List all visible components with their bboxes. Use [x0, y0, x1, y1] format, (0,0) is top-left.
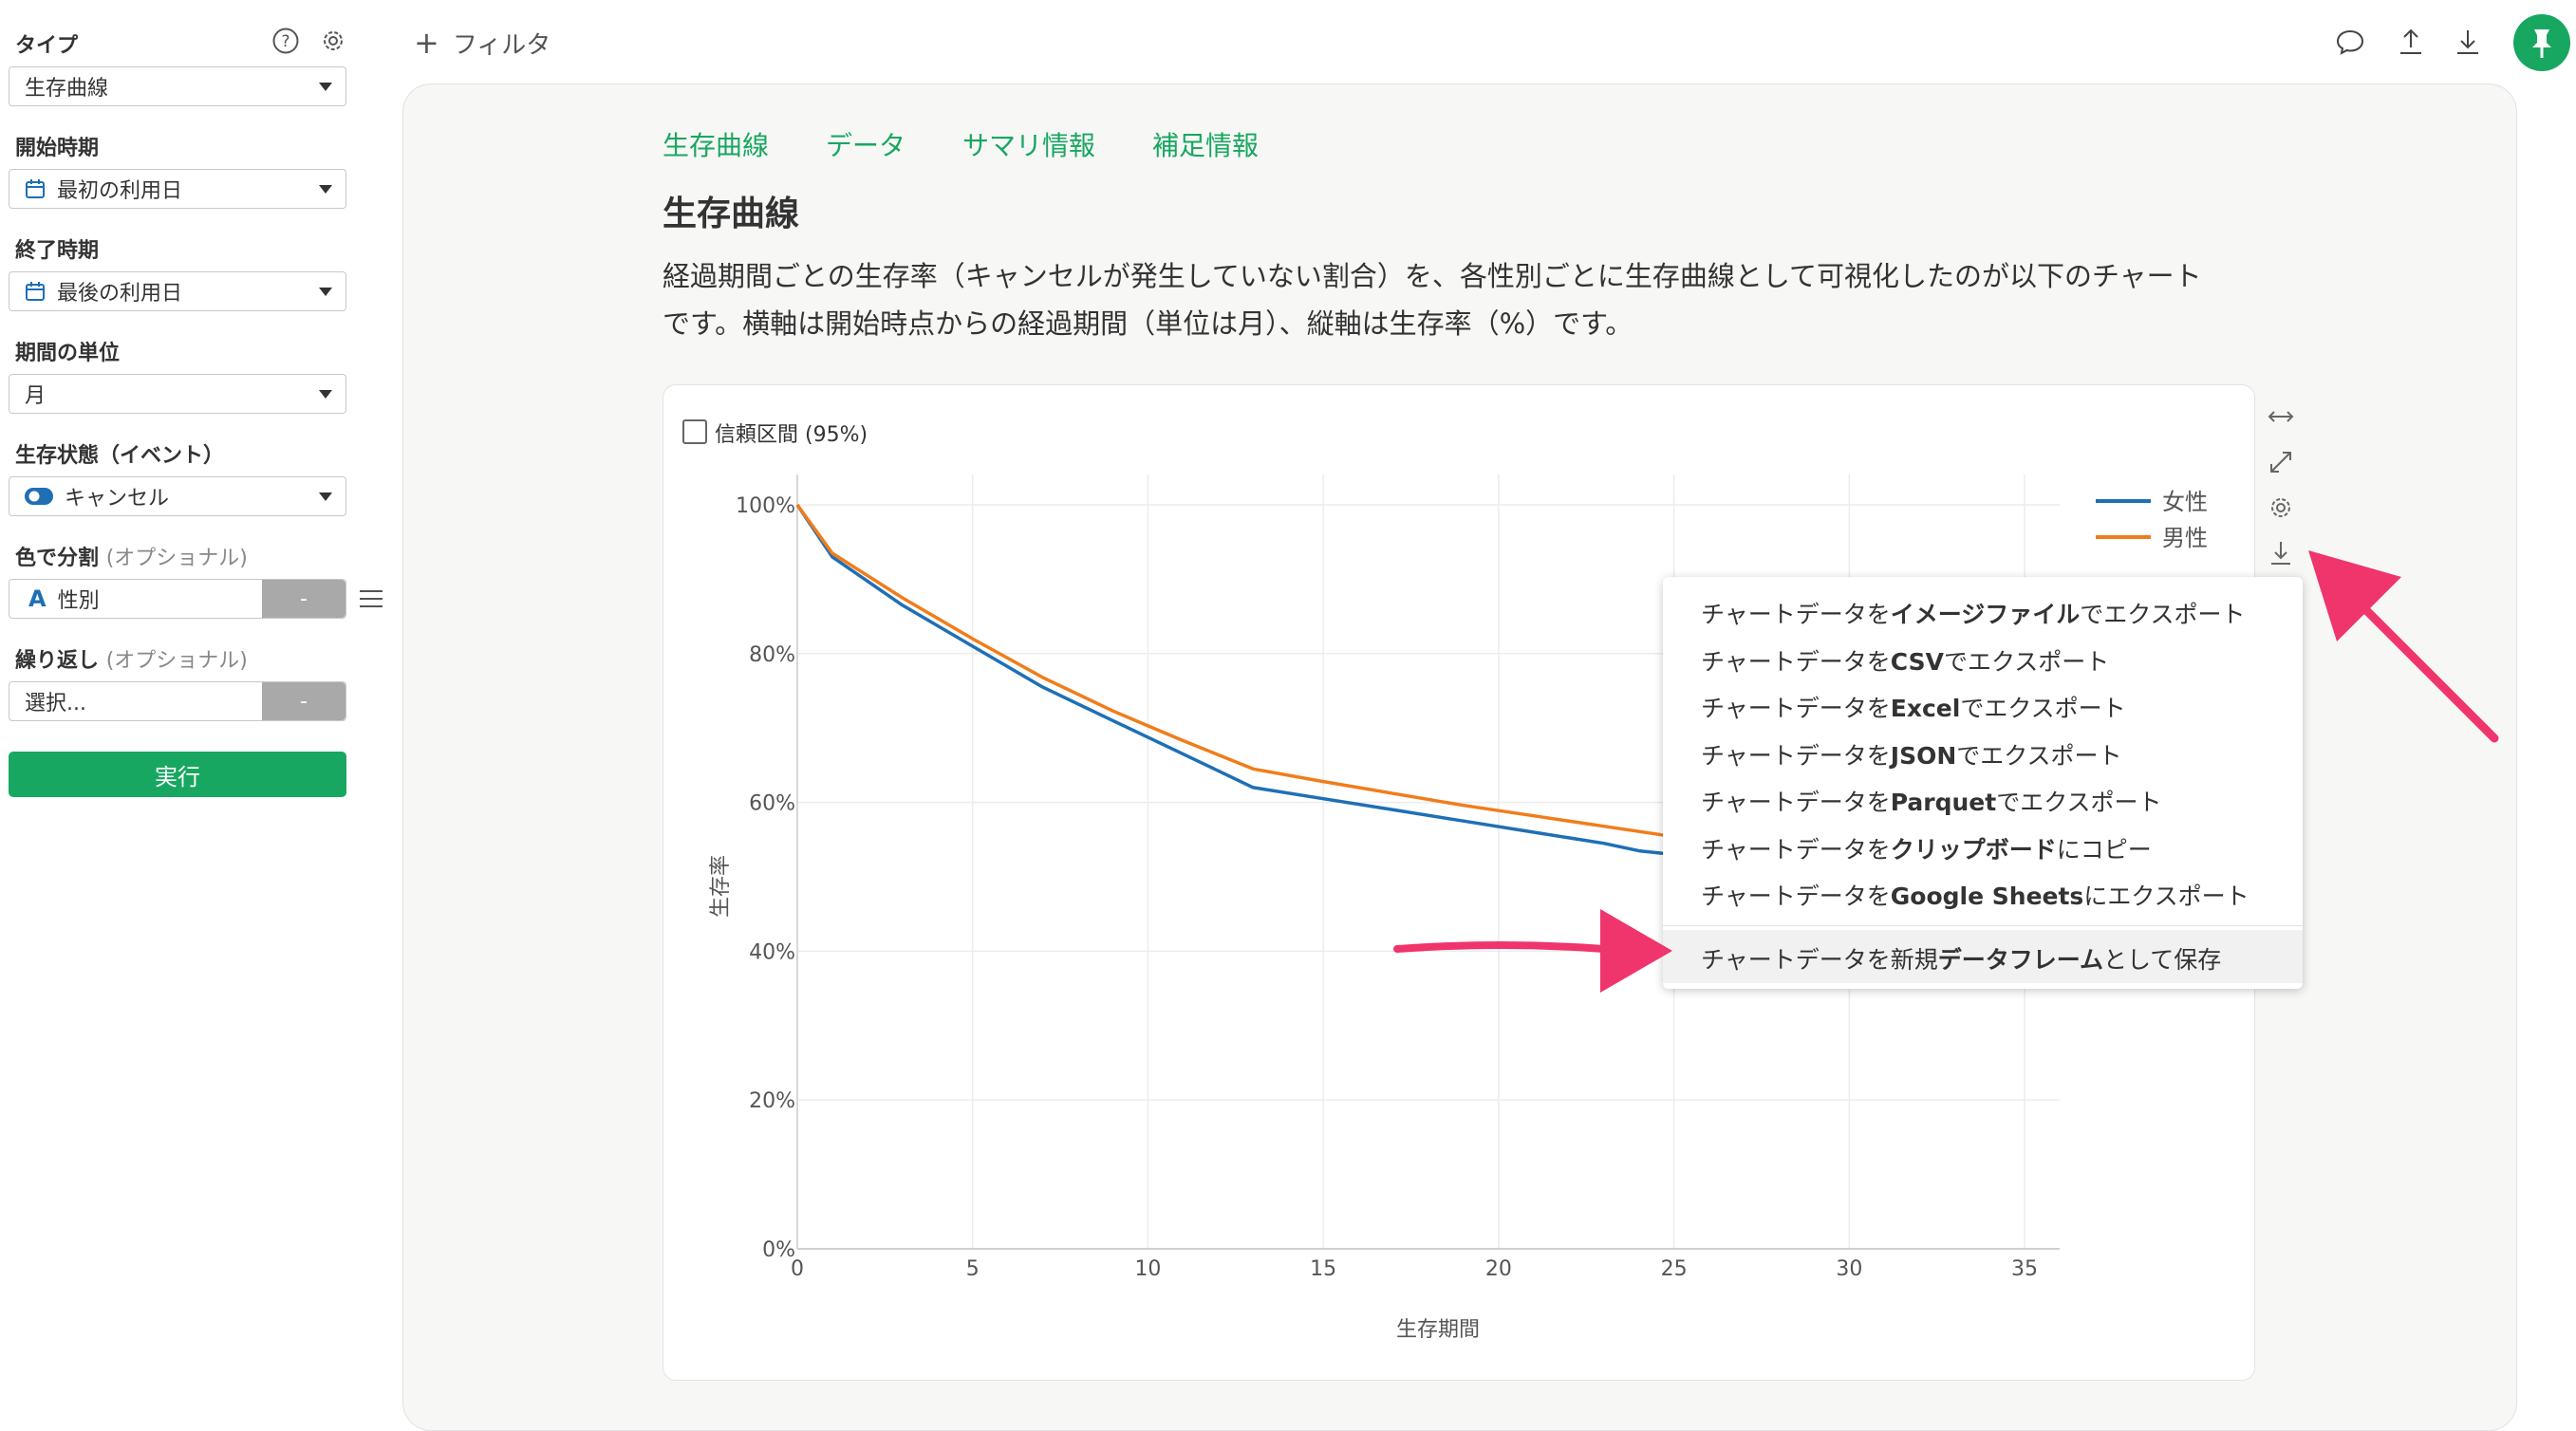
export-menu: チャートデータをイメージファイルでエクスポート チャートデータをCSVでエクスポ…: [1663, 577, 2303, 989]
y-axis-title: 生存率: [709, 855, 733, 918]
x-tick-label: 15: [1310, 1257, 1336, 1281]
export-image-item[interactable]: チャートデータをイメージファイルでエクスポート: [1701, 596, 2246, 630]
legend-label: 女性: [2162, 489, 2208, 515]
y-tick-label: 80%: [749, 643, 795, 667]
fullscreen-icon[interactable]: [2267, 448, 2295, 476]
copy-clipboard-item[interactable]: チャートデータをクリップボードにコピー: [1701, 831, 2152, 865]
y-tick-label: 100%: [736, 494, 795, 518]
x-axis-title: 生存期間: [1396, 1318, 1480, 1342]
legend-label: 男性: [2162, 525, 2208, 551]
export-parquet-item[interactable]: チャートデータをParquetでエクスポート: [1701, 784, 2161, 818]
export-google-sheets-item[interactable]: チャートデータをGoogle Sheetsにエクスポート: [1701, 878, 2249, 912]
x-tick-label: 25: [1661, 1257, 1688, 1281]
export-csv-item[interactable]: チャートデータをCSVでエクスポート: [1701, 643, 2109, 678]
save-as-dataframe-item[interactable]: チャートデータを新規データフレームとして保存: [1701, 941, 2221, 976]
y-tick-label: 20%: [749, 1089, 795, 1113]
y-tick-label: 0%: [762, 1238, 795, 1262]
menu-divider: [1663, 925, 2303, 926]
x-tick-label: 30: [1836, 1257, 1862, 1281]
width-expand-icon[interactable]: [2267, 402, 2295, 431]
chart-download-icon[interactable]: [2267, 539, 2295, 567]
y-tick-label: 40%: [749, 940, 795, 964]
x-tick-label: 35: [2011, 1257, 2038, 1281]
export-excel-item[interactable]: チャートデータをExcelでエクスポート: [1701, 690, 2126, 724]
chart-settings-icon[interactable]: [2267, 493, 2295, 522]
export-json-item[interactable]: チャートデータをJSONでエクスポート: [1701, 737, 2122, 771]
y-tick-label: 60%: [749, 792, 795, 816]
x-tick-label: 20: [1485, 1257, 1512, 1281]
x-tick-label: 10: [1134, 1257, 1161, 1281]
x-tick-label: 5: [966, 1257, 980, 1281]
